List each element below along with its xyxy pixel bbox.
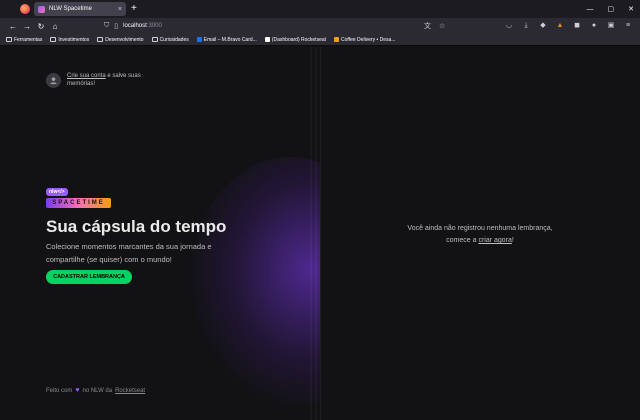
logo-badge: nlw</> <box>46 188 68 196</box>
close-window-button[interactable]: ✕ <box>628 5 634 13</box>
bookmark-folder[interactable]: Ferramentas <box>6 37 42 43</box>
create-now-link[interactable]: criar agora <box>478 237 511 244</box>
bookmark-star-icon[interactable]: ☆ <box>439 22 445 30</box>
maximize-button[interactable]: ▢ <box>608 5 615 13</box>
coffee-favicon-icon <box>334 37 340 42</box>
extension-icon[interactable]: ● <box>590 22 598 30</box>
shield-icon[interactable]: ⛉ <box>104 22 109 30</box>
window-controls: — ▢ ✕ <box>587 0 635 18</box>
empty-state-line2: comece a criar agora! <box>446 237 514 244</box>
logo-word: SPACETIME <box>46 198 111 208</box>
rocketseat-link[interactable]: Rocketseat <box>115 388 145 394</box>
firefox-logo-icon <box>20 4 30 14</box>
signin-text: Crie sua conta e salve suas memórias! <box>67 73 141 87</box>
browser-tab[interactable]: NLW Spacetime × <box>34 2 126 16</box>
page-info-icon[interactable]: ▯ <box>114 22 118 30</box>
toolbar-extensions: ◡ ⤓ ◆ ▲ ◼ ● ▣ ≡ <box>505 18 632 34</box>
user-icon <box>50 76 57 84</box>
bookmark-link[interactable]: Coffee Delivery • Desa... <box>334 37 396 43</box>
downloads-icon[interactable]: ⤓ <box>522 22 530 30</box>
folder-icon <box>6 37 12 42</box>
url-bar[interactable]: ⛉ ▯ localhost:3000 <box>104 20 444 32</box>
pocket-icon[interactable]: ◡ <box>505 22 513 30</box>
stripes-decoration <box>310 47 320 420</box>
heart-icon: ♥ <box>75 387 80 394</box>
url-text[interactable]: localhost:3000 <box>123 23 162 29</box>
folder-icon <box>97 37 104 42</box>
bookmark-link[interactable]: Email – M.Bravo Card... <box>196 37 257 43</box>
purple-glow <box>190 157 320 407</box>
bookmark-folder[interactable]: Investimentos <box>50 37 89 43</box>
translate-icon[interactable]: 文 <box>424 21 431 31</box>
register-memory-button[interactable]: Cadastrar lembrança <box>46 270 132 284</box>
page-title: Sua cápsula do tempo <box>46 217 227 236</box>
empty-state: Você ainda não registrou nenhuma lembran… <box>380 223 580 247</box>
bookmark-link[interactable]: (Dashboard) Rocketseat <box>264 37 326 43</box>
page-content: Crie sua conta e salve suas memórias! nl… <box>0 47 640 420</box>
reload-icon[interactable]: ↻ <box>34 22 48 31</box>
tab-close-icon[interactable]: × <box>118 6 122 13</box>
footer: Feito com ♥ no NLW da Rocketseat <box>46 387 146 394</box>
url-bar-actions: 文 ☆ <box>424 18 445 34</box>
home-icon[interactable]: ⌂ <box>48 22 62 31</box>
back-arrow-icon[interactable]: ← <box>6 22 20 31</box>
browser-tab-bar: NLW Spacetime × + — ▢ ✕ <box>0 0 640 18</box>
extension-icon[interactable]: ◼ <box>573 22 581 30</box>
empty-state-line1: Você ainda não registrou nenhuma lembran… <box>407 225 553 232</box>
user-avatar-icon[interactable] <box>46 72 61 88</box>
forward-arrow-icon[interactable]: → <box>20 22 34 31</box>
browser-nav-bar: ← → ↻ ⌂ ⛉ ▯ localhost:3000 文 ☆ ◡ ⤓ ◆ ▲ ◼… <box>0 18 640 34</box>
folder-icon <box>151 37 158 42</box>
rocketseat-favicon-icon <box>264 37 270 42</box>
bookmark-folder[interactable]: Curiosidades <box>151 37 189 43</box>
bookmark-folder[interactable]: Desenvolvimento <box>97 37 144 43</box>
left-column: Crie sua conta e salve suas memórias! nl… <box>0 47 320 420</box>
tab-favicon-icon <box>38 5 45 13</box>
page-subtitle: Colecione momentos marcantes da sua jorn… <box>46 242 212 264</box>
extension-icon[interactable]: ◆ <box>539 22 547 30</box>
new-tab-button[interactable]: + <box>131 2 137 16</box>
tab-title: NLW Spacetime <box>49 6 92 12</box>
menu-icon[interactable]: ≡ <box>624 22 632 30</box>
folder-icon <box>50 37 57 42</box>
metamask-icon[interactable]: ▲ <box>556 22 564 30</box>
email-favicon-icon <box>196 37 202 42</box>
column-divider <box>320 47 321 420</box>
create-account-link[interactable]: Crie sua conta <box>67 73 106 79</box>
bookmarks-bar: Ferramentas Investimentos Desenvolviment… <box>0 34 640 46</box>
extension-icon[interactable]: ▣ <box>607 22 615 30</box>
signin-link[interactable]: Crie sua conta e salve suas memórias! <box>46 72 157 88</box>
nlw-spacetime-logo: nlw</> SPACETIME <box>46 188 111 208</box>
minimize-button[interactable]: — <box>587 6 594 13</box>
